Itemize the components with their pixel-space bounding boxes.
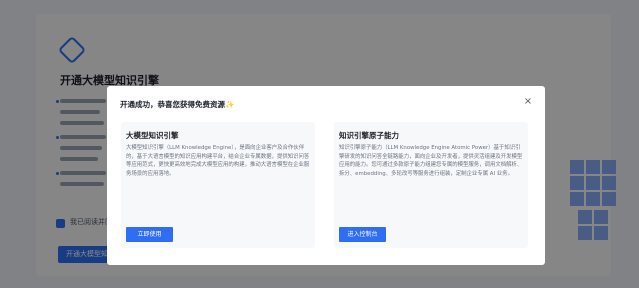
card-title: 知识引擎原子能力 (339, 131, 399, 140)
product-card-atomic-power: 知识引擎原子能力 知识引擎原子能力（LLM Knowledge Engine A… (334, 122, 528, 248)
close-icon[interactable]: × (523, 97, 533, 107)
enter-console-button[interactable]: 进入控制台 (339, 227, 386, 242)
dialog-title: 开通成功，恭喜您获得免费资源✨ (120, 100, 235, 109)
card-description: 知识引擎原子能力（LLM Knowledge Engine Atomic Pow… (339, 145, 523, 177)
product-card-llm-knowledge-engine: 大模型知识引擎 大模型知识引擎（LLM Knowledge Engine），是面… (121, 122, 315, 248)
activation-success-dialog: 开通成功，恭喜您获得免费资源✨ × 大模型知识引擎 大模型知识引擎（LLM Kn… (107, 86, 545, 265)
card-description: 大模型知识引擎（LLM Knowledge Engine），是面向企业客户及合作… (126, 145, 310, 177)
card-title: 大模型知识引擎 (126, 131, 179, 140)
use-now-button[interactable]: 立即使用 (126, 227, 173, 242)
